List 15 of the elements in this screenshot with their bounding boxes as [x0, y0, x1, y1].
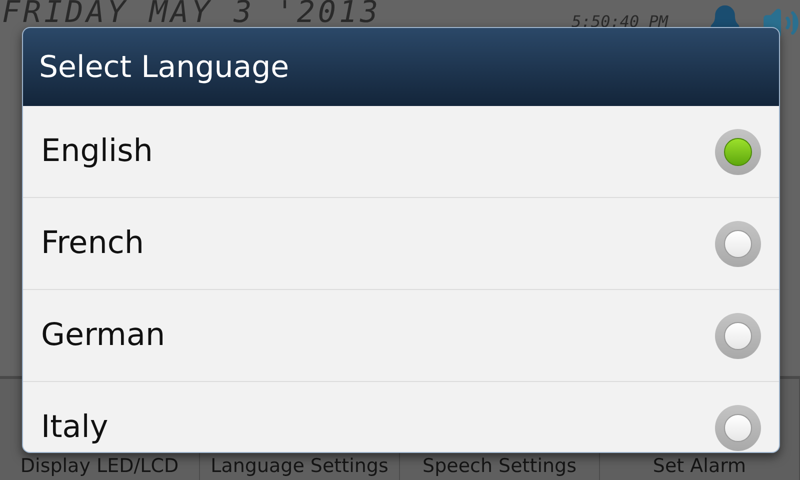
- language-option[interactable]: German: [23, 290, 779, 382]
- time-display: 5:50:40 PM: [572, 11, 668, 33]
- language-label: Italy: [41, 408, 108, 448]
- radio-button[interactable]: [715, 404, 761, 450]
- language-option[interactable]: French: [23, 198, 779, 290]
- language-label: French: [41, 224, 144, 264]
- language-option[interactable]: Italy: [23, 382, 779, 452]
- language-label: German: [41, 316, 166, 356]
- dialog-title: Select Language: [39, 48, 290, 86]
- radio-button[interactable]: [715, 128, 761, 174]
- radio-button[interactable]: [715, 312, 761, 358]
- radio-button[interactable]: [715, 220, 761, 266]
- date-display: FRIDAY MAY 3 '2013: [1, 0, 382, 30]
- language-label: English: [41, 132, 153, 172]
- language-option[interactable]: English: [23, 106, 779, 198]
